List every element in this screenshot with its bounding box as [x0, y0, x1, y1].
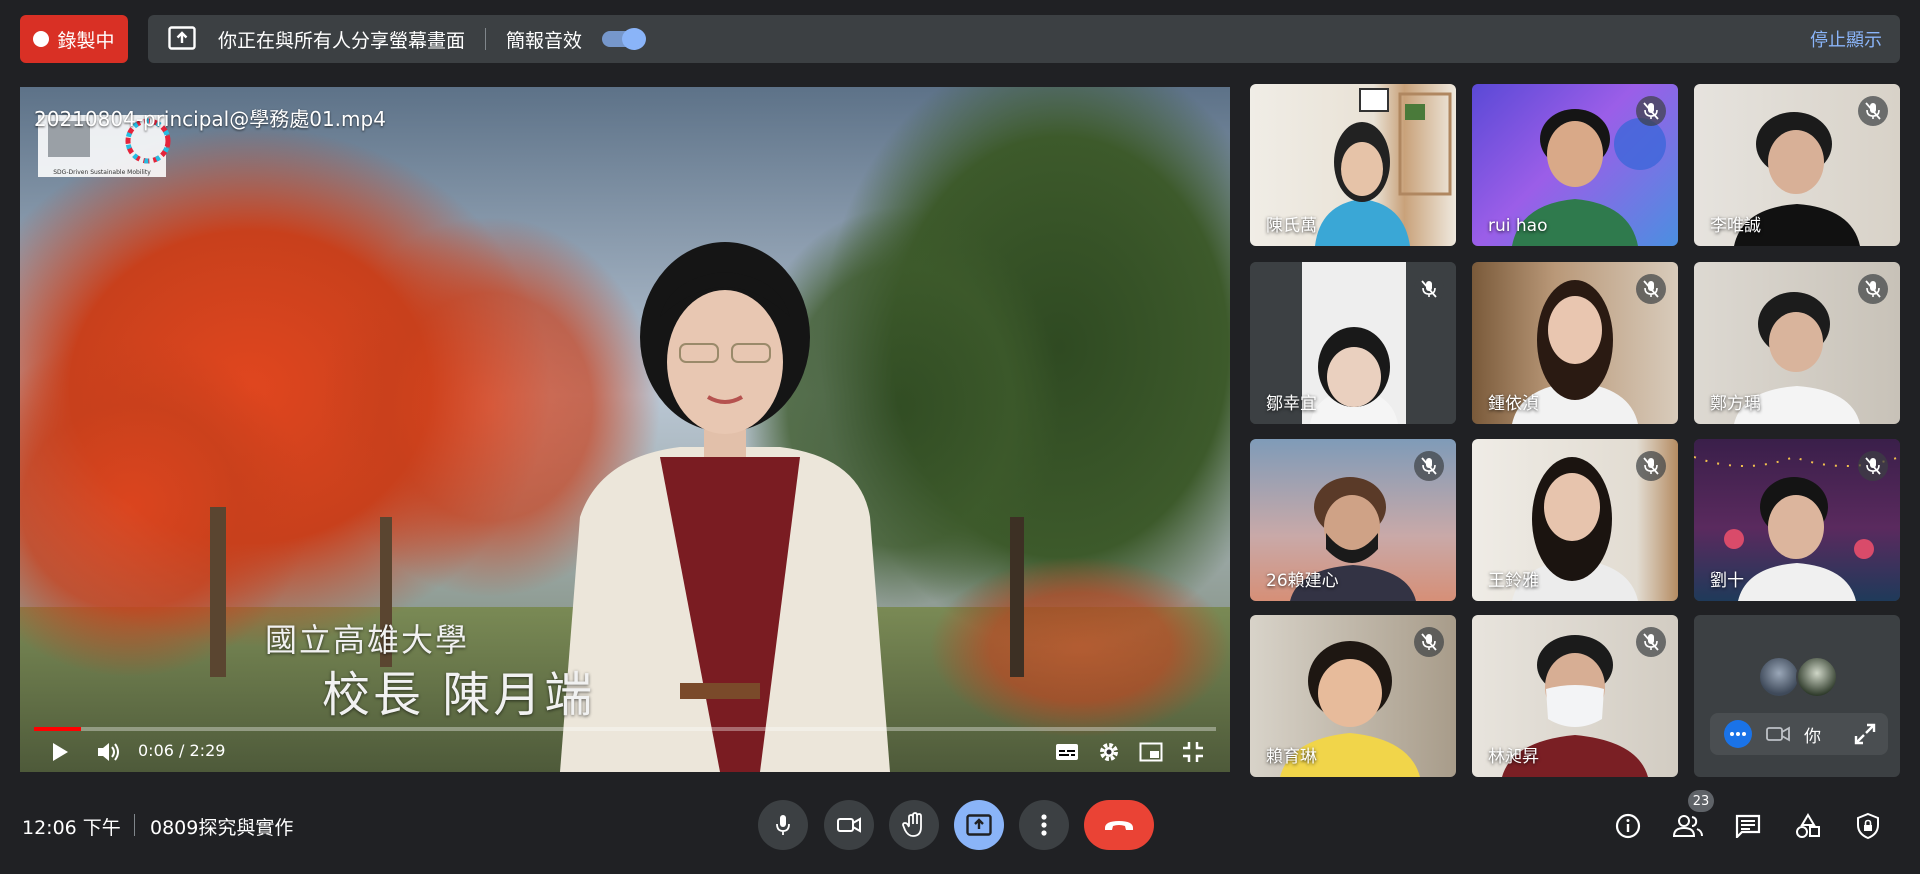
- shield-lock-icon: [1857, 812, 1879, 840]
- participant-name: 鍾依湞: [1488, 394, 1539, 414]
- present-screen-icon: [966, 814, 992, 836]
- avatar: [1796, 656, 1838, 698]
- video-file-title: 20210804-principal@學務處01.mp4: [34, 107, 386, 131]
- camera-button[interactable]: [824, 800, 874, 850]
- present-now-button[interactable]: [954, 800, 1004, 850]
- participant-name: 鄭方瑀: [1710, 394, 1761, 414]
- more-options-icon[interactable]: [1724, 720, 1752, 748]
- video-progress-track[interactable]: [34, 727, 1216, 731]
- participant-tile[interactable]: 鄒幸宜: [1250, 262, 1456, 424]
- mic-off-icon: [1858, 451, 1888, 481]
- subtitles-icon[interactable]: [1052, 738, 1082, 766]
- participant-name: 26賴建心: [1266, 571, 1339, 591]
- participant-name: 劉十: [1710, 571, 1744, 591]
- meeting-clock: 12:06 下午: [22, 817, 121, 839]
- camera-off-icon: [1766, 722, 1790, 746]
- avatar: [1758, 656, 1800, 698]
- volume-icon[interactable]: [94, 738, 124, 766]
- activities-shapes-icon: [1796, 813, 1820, 838]
- exit-fullscreen-icon[interactable]: [1178, 738, 1208, 766]
- present-screen-icon: [168, 25, 196, 53]
- raise-hand-icon: [902, 812, 922, 837]
- mic-off-icon: [1636, 451, 1666, 481]
- video-caption-principal: 校長 陳月端: [322, 667, 596, 723]
- raise-hand-button[interactable]: [889, 800, 939, 850]
- presentation-video[interactable]: SDG-Driven Sustainable Mobility 20210804…: [20, 87, 1230, 772]
- self-view-tile[interactable]: 你: [1694, 615, 1900, 777]
- leave-call-button[interactable]: [1084, 800, 1154, 850]
- participant-name: 李唯誠: [1710, 216, 1761, 236]
- logo-caption: SDG-Driven Sustainable Mobility: [53, 169, 151, 176]
- participant-count-badge: 23: [1688, 790, 1714, 812]
- chat-icon: [1735, 814, 1761, 838]
- activities-button[interactable]: [1790, 808, 1826, 844]
- participant-tile[interactable]: 王鈴雅: [1472, 439, 1678, 601]
- participant-name: 鄒幸宜: [1266, 394, 1317, 414]
- recording-label: 錄製中: [57, 29, 115, 52]
- info-icon: [1615, 813, 1641, 839]
- self-view-controls: 你: [1710, 713, 1888, 755]
- microphone-icon: [776, 815, 790, 835]
- presentation-audio-toggle[interactable]: [602, 28, 647, 50]
- overflow-avatars: [1758, 656, 1838, 698]
- mic-off-icon: [1636, 627, 1666, 657]
- video-frame-scene: SDG-Driven Sustainable Mobility: [20, 87, 1230, 772]
- people-icon: [1673, 815, 1703, 837]
- meeting-title: 0809探究與實作: [150, 817, 294, 839]
- stop-presenting-button[interactable]: 停止顯示: [1810, 26, 1882, 52]
- participant-name: 王鈴雅: [1488, 571, 1539, 591]
- chat-button[interactable]: [1730, 808, 1766, 844]
- participant-tile[interactable]: 林昶昇: [1472, 615, 1678, 777]
- video-progress-played: [34, 727, 81, 731]
- recording-badge[interactable]: 錄製中: [20, 15, 128, 63]
- expand-icon[interactable]: [1852, 721, 1878, 747]
- participant-name: 賴育琳: [1266, 747, 1317, 767]
- mic-off-icon: [1636, 96, 1666, 126]
- participant-name: 林昶昇: [1488, 747, 1539, 767]
- participants-button[interactable]: [1670, 808, 1706, 844]
- self-label: 你: [1804, 726, 1821, 747]
- participant-tile[interactable]: 李唯誠: [1694, 84, 1900, 246]
- mic-off-icon: [1858, 274, 1888, 304]
- mic-off-icon: [1414, 274, 1444, 304]
- participant-tile[interactable]: 鍾依湞: [1472, 262, 1678, 424]
- microphone-button[interactable]: [758, 800, 808, 850]
- mic-off-icon: [1414, 451, 1444, 481]
- divider: [485, 28, 487, 50]
- miniplayer-icon[interactable]: [1136, 738, 1166, 766]
- more-options-button[interactable]: [1019, 800, 1069, 850]
- participant-tile[interactable]: 陳氏萬: [1250, 84, 1456, 246]
- screen-share-bar: 你正在與所有人分享螢幕畫面 簡報音效 停止顯示: [148, 15, 1900, 63]
- participant-tile[interactable]: 賴育琳: [1250, 615, 1456, 777]
- more-vert-icon: [1041, 814, 1047, 836]
- divider: [134, 814, 135, 836]
- meeting-info-button[interactable]: [1610, 808, 1646, 844]
- participant-name: rui hao: [1488, 216, 1548, 236]
- mic-off-icon: [1858, 96, 1888, 126]
- presentation-audio-label: 簡報音效: [506, 29, 583, 52]
- host-controls-button[interactable]: [1850, 808, 1886, 844]
- camera-icon: [837, 817, 861, 833]
- mic-off-icon: [1636, 274, 1666, 304]
- participant-tile[interactable]: 26賴建心: [1250, 439, 1456, 601]
- hang-up-icon: [1105, 821, 1133, 830]
- settings-gear-icon[interactable]: [1094, 738, 1124, 766]
- video-time: 0:06 / 2:29: [138, 741, 226, 760]
- participant-tile[interactable]: rui hao: [1472, 84, 1678, 246]
- participant-tile[interactable]: 劉十: [1694, 439, 1900, 601]
- record-dot-icon: [33, 31, 50, 47]
- share-message: 你正在與所有人分享螢幕畫面: [218, 29, 466, 52]
- mic-off-icon: [1414, 627, 1444, 657]
- participant-tile[interactable]: 鄭方瑀: [1694, 262, 1900, 424]
- play-icon[interactable]: [46, 738, 74, 766]
- participant-name: 陳氏萬: [1266, 216, 1317, 236]
